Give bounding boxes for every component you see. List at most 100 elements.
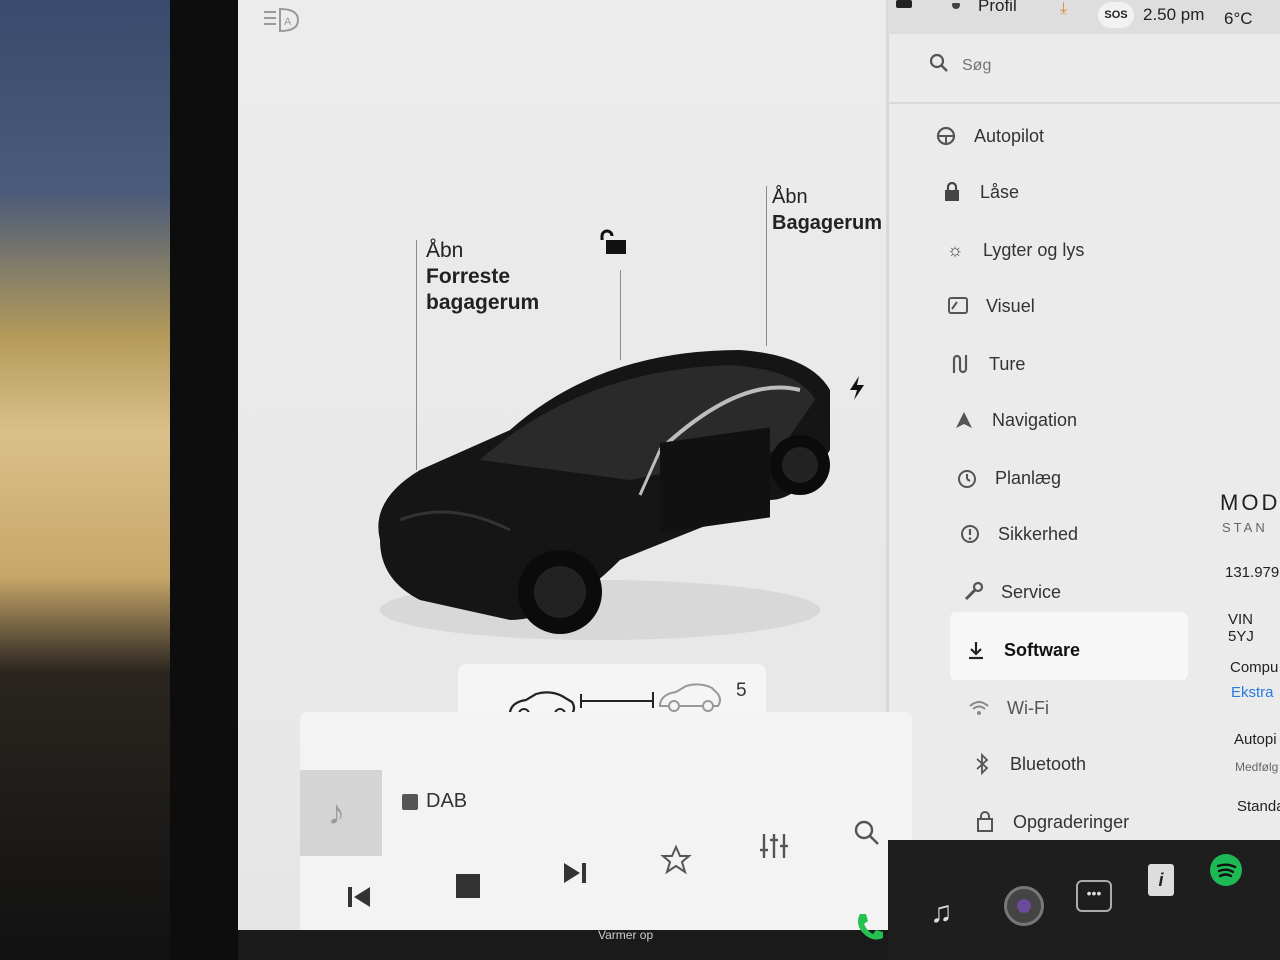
menu-label: Opgraderinger [1013,811,1130,832]
trips-icon [949,352,973,376]
ride-height-value: 5 [736,680,747,701]
car-high-icon [659,683,721,712]
radio-icon [402,793,418,810]
wifi-icon [967,696,991,720]
lock-icon [940,180,964,204]
camera-app-button[interactable] [1004,886,1044,926]
extra-link[interactable]: Ekstra [1231,684,1274,701]
odometer: 131.979 [1225,564,1280,581]
favorite-button[interactable] [660,844,692,881]
navigation-icon [952,408,976,432]
menu-label: Ture [989,353,1026,374]
menu-label: Låse [980,181,1020,202]
display-icon [946,294,970,318]
manual-app-button[interactable]: i [1148,864,1174,896]
menu-label: Navigation [992,409,1078,430]
safety-icon [958,522,982,546]
next-button[interactable] [560,858,590,896]
equalizer-button[interactable] [758,830,790,867]
callout-title: Bagagerum [772,212,883,234]
star-icon [660,844,692,875]
media-source[interactable]: DAB [402,790,467,813]
sos-label: SOS [1104,9,1128,21]
headlight-auto-icon[interactable]: A [262,6,302,34]
open-frunk-button[interactable]: Åbn Forreste bagagerum [426,238,539,316]
download-status-icon: ⤓ [1060,0,1068,17]
menu-item-upgrades[interactable]: Opgraderinger [973,800,1129,844]
slider-tick-right [652,692,654,708]
menu-item-schedule[interactable]: Planlæg [955,456,1061,500]
previous-button[interactable] [344,882,374,920]
search-divider [888,102,1280,104]
menu-item-software[interactable]: Software [964,628,1080,672]
menu-item-safety[interactable]: Sikkerhed [958,512,1078,556]
clock-icon [955,466,979,490]
previous-icon [348,887,370,907]
menu-item-autopilot[interactable]: Autopilot [934,114,1044,158]
callout-title: Forreste [426,265,511,288]
menu-item-locks[interactable]: Låse [940,170,1019,214]
music-app-button[interactable]: ♫ [930,896,953,930]
callout-action: Åbn [426,239,464,262]
media-source-label: DAB [426,790,468,812]
model-name: MOD [1220,490,1280,515]
menu-label: Planlæg [995,467,1062,488]
spotify-icon [1216,863,1237,878]
variant-name: STAN [1222,520,1268,535]
clock: 2.50 pm [1143,5,1205,24]
computer-label: Compu [1230,659,1279,676]
callout-title-2: bagagerum [426,291,540,314]
menu-label: Lygter og lys [983,239,1085,260]
menu-label: Sikkerhed [998,523,1079,544]
trunk-callout-line [766,186,767,346]
included-label: Medfølg [1235,760,1279,774]
profile-label[interactable]: Profil [978,0,1017,16]
steering-wheel-icon [934,124,958,148]
camera-icon [1017,899,1031,913]
search-icon [929,53,948,72]
stop-button[interactable] [456,874,480,898]
bag-icon [973,810,997,834]
vin: VIN 5YJ [1228,611,1254,645]
bluetooth-icon [970,752,994,776]
menu-item-service[interactable]: Service [961,570,1061,614]
menu-item-lights[interactable]: ☼ Lygter og lys [943,228,1085,272]
media-player [300,712,912,944]
music-note-icon: ♪ [328,794,345,832]
charge-port-icon[interactable] [846,374,868,402]
svg-text:A: A [284,16,292,28]
menu-label: Autopilot [974,125,1045,146]
spotify-app-button[interactable] [1210,854,1242,886]
settings-search[interactable] [920,46,1260,86]
search-input[interactable] [960,52,1224,80]
autopilot-info-label: Autopi [1234,731,1277,748]
menu-label: Wi-Fi [1007,697,1049,718]
menu-item-bluetooth[interactable]: Bluetooth [970,742,1086,786]
phone-key-icon [896,0,912,8]
slider-tick-left [580,694,582,708]
open-trunk-button[interactable]: Åbn Bagagerum [772,184,882,236]
phone-app-button[interactable] [852,910,886,952]
phone-icon [857,914,883,940]
menu-item-wifi[interactable]: Wi-Fi [967,686,1049,730]
outside-temperature: 6°C [1224,9,1253,28]
car-image [360,330,840,650]
sos-button[interactable]: SOS [1098,2,1134,28]
standard-label: Standa [1237,798,1280,815]
ride-height-slider-track[interactable] [580,700,654,702]
menu-label: Service [1001,581,1062,602]
unlock-icon[interactable] [598,228,630,258]
callout-action: Åbn [772,186,808,208]
menu-item-navigation[interactable]: Navigation [952,398,1077,442]
climate-status: Varmer op [598,928,654,942]
info-icon: i [1158,870,1164,890]
album-art: ♪ [300,770,382,856]
menu-item-trips[interactable]: Ture [949,342,1025,386]
menu-item-display[interactable]: Visuel [946,284,1035,328]
media-search-button[interactable] [852,818,882,853]
more-apps-button[interactable]: ••• [1076,880,1112,912]
profile-icon [948,0,964,10]
more-icon: ••• [1086,885,1102,901]
menu-label: Visuel [986,295,1035,316]
menu-label: Software [1004,639,1081,660]
